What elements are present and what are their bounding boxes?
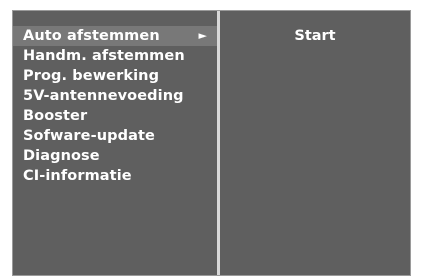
menu-list: Auto afstemmen ► Handm. afstemmen Prog. …	[13, 26, 217, 186]
setup-menu-window: Auto afstemmen ► Handm. afstemmen Prog. …	[12, 10, 411, 276]
menu-item-label: Diagnose	[23, 148, 100, 164]
submenu-panel: Start	[220, 11, 410, 275]
menu-item-diagnose[interactable]: Diagnose	[13, 146, 217, 166]
menu-item-label: Booster	[23, 108, 88, 124]
menu-item-prog-bewerking[interactable]: Prog. bewerking	[13, 66, 217, 86]
menu-panel: Auto afstemmen ► Handm. afstemmen Prog. …	[13, 11, 217, 275]
menu-item-booster[interactable]: Booster	[13, 106, 217, 126]
menu-item-label: Prog. bewerking	[23, 68, 160, 84]
menu-item-software-update[interactable]: Sofware-update	[13, 126, 217, 146]
right-arrow-icon: ►	[198, 29, 207, 42]
menu-item-ci-informatie[interactable]: CI-informatie	[13, 166, 217, 186]
menu-item-label: Auto afstemmen	[23, 28, 160, 44]
menu-item-5v-antennevoeding[interactable]: 5V-antennevoeding	[13, 86, 217, 106]
menu-item-label: Sofware-update	[23, 128, 155, 144]
menu-item-label: CI-informatie	[23, 168, 132, 184]
menu-item-auto-afstemmen[interactable]: Auto afstemmen ►	[13, 26, 217, 46]
menu-item-label: Handm. afstemmen	[23, 48, 185, 64]
menu-item-handm-afstemmen[interactable]: Handm. afstemmen	[13, 46, 217, 66]
menu-item-label: 5V-antennevoeding	[23, 88, 184, 104]
start-option[interactable]: Start	[220, 26, 410, 46]
